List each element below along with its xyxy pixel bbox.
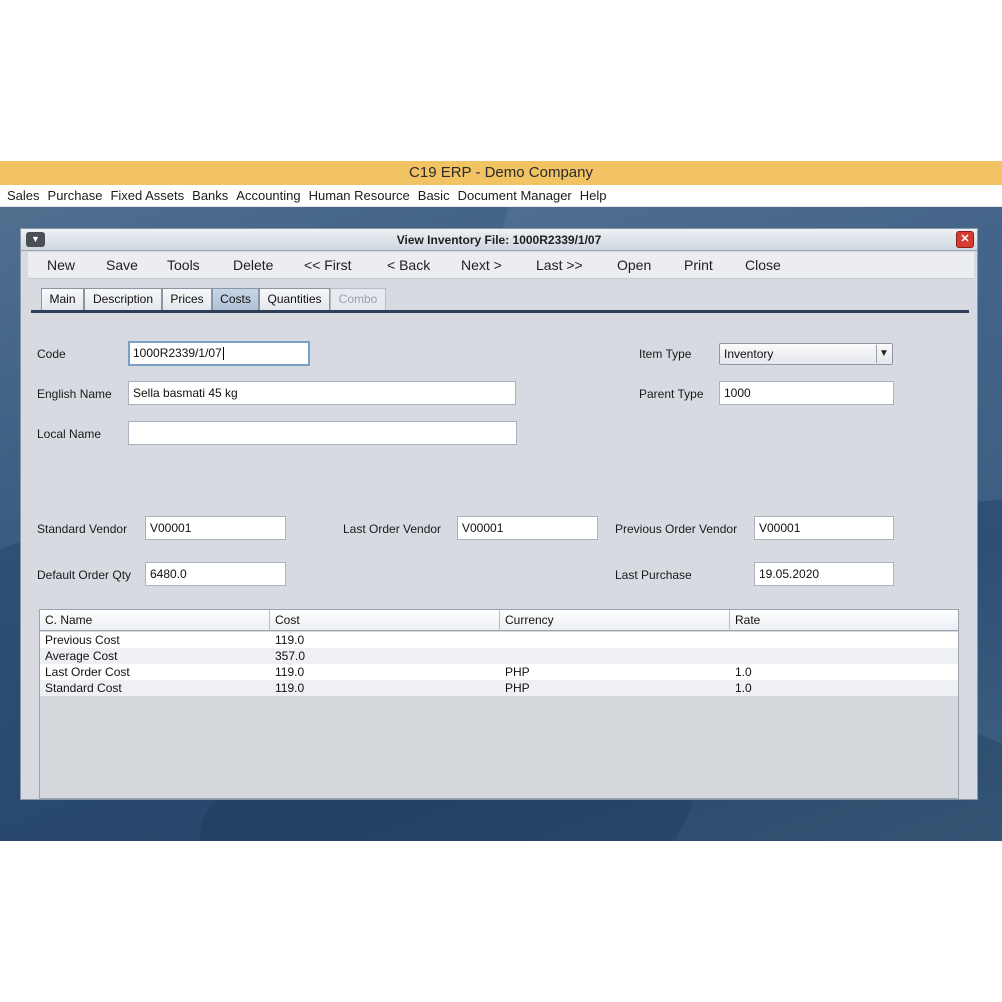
local-name-field[interactable] [128, 421, 517, 445]
menu-sales[interactable]: Sales [7, 188, 40, 203]
open-button[interactable]: Open [617, 257, 651, 273]
window-title: View Inventory File: 1000R2339/1/07 [396, 233, 602, 247]
column-header-c-name[interactable]: C. Name [40, 610, 270, 631]
text-caret [222, 347, 224, 361]
table-cell: Average Cost [45, 649, 118, 663]
table-cell: 357.0 [275, 649, 306, 663]
table-cell: 119.0 [275, 665, 305, 679]
table-row[interactable]: Previous Cost 119.0 [40, 632, 958, 648]
app-title: C19 ERP - Demo Company [409, 164, 593, 181]
tab-prices[interactable]: Prices [162, 288, 212, 311]
toolbar: New Save Tools Delete << First < Back Ne… [28, 252, 974, 279]
table-cell: 119.0 [275, 681, 305, 695]
table-cell: PHP [505, 665, 530, 679]
table-cell [730, 648, 735, 664]
table-cell: Last Order Cost [45, 665, 130, 679]
table-row[interactable]: Standard Cost 119.0 PHP 1.0 [40, 680, 958, 696]
close-x-icon[interactable]: ✕ [956, 231, 974, 248]
standard-vendor-field[interactable]: V00001 [145, 516, 286, 540]
standard-vendor-label: Standard Vendor [37, 522, 128, 536]
code-value: 1000R2339/1/07 [133, 346, 222, 360]
first-button[interactable]: << First [304, 257, 351, 273]
window-title-bar: ▼ View Inventory File: 1000R2339/1/07 ✕ [21, 229, 977, 251]
parent-type-field[interactable]: 1000 [719, 381, 894, 405]
next-button[interactable]: Next > [461, 257, 502, 273]
table-cell: 119.0 [275, 633, 305, 647]
table-cell: 1.0 [735, 681, 752, 695]
last-button[interactable]: Last >> [536, 257, 583, 273]
menu-accounting[interactable]: Accounting [236, 188, 300, 203]
parent-type-label: Parent Type [639, 387, 704, 401]
tools-button[interactable]: Tools [167, 257, 200, 273]
close-button[interactable]: Close [745, 257, 781, 273]
column-header-cost[interactable]: Cost [270, 610, 500, 631]
main-menu-bar: Sales Purchase Fixed Assets Banks Accoun… [0, 185, 1002, 207]
last-order-vendor-field[interactable]: V00001 [457, 516, 598, 540]
table-cell [500, 648, 505, 664]
back-button[interactable]: < Back [387, 257, 430, 273]
previous-order-vendor-label: Previous Order Vendor [615, 522, 738, 536]
inventory-file-window: ▼ View Inventory File: 1000R2339/1/07 ✕ … [20, 228, 978, 800]
table-row[interactable]: Last Order Cost 119.0 PHP 1.0 [40, 664, 958, 680]
tab-separator-line [31, 310, 969, 313]
last-order-vendor-label: Last Order Vendor [343, 522, 442, 536]
print-button[interactable]: Print [684, 257, 713, 273]
tab-main[interactable]: Main [41, 288, 84, 311]
costs-table-header: C. Name Cost Currency Rate [40, 610, 958, 631]
menu-purchase[interactable]: Purchase [48, 188, 103, 203]
item-type-label: Item Type [639, 347, 692, 361]
delete-button[interactable]: Delete [233, 257, 273, 273]
dropdown-triangle-icon[interactable]: ▼ [26, 232, 45, 247]
save-button[interactable]: Save [106, 257, 138, 273]
last-purchase-field[interactable]: 19.05.2020 [754, 562, 894, 586]
column-header-currency[interactable]: Currency [500, 610, 730, 631]
item-type-value: Inventory [724, 347, 774, 361]
local-name-label: Local Name [37, 427, 102, 441]
default-order-qty-label: Default Order Qty [37, 568, 132, 582]
costs-table: C. Name Cost Currency Rate Previous Cost… [39, 609, 959, 799]
menu-human-resource[interactable]: Human Resource [309, 188, 410, 203]
table-row[interactable]: Average Cost 357.0 [40, 648, 958, 664]
item-type-select[interactable]: Inventory ▼ [719, 343, 893, 365]
default-order-qty-field[interactable]: 6480.0 [145, 562, 286, 586]
table-cell: PHP [505, 681, 530, 695]
code-label: Code [37, 347, 66, 361]
table-cell [730, 632, 735, 648]
previous-order-vendor-field[interactable]: V00001 [754, 516, 894, 540]
menu-help[interactable]: Help [580, 188, 607, 203]
costs-table-body: Previous Cost 119.0 Average Cost 357.0 L… [40, 632, 958, 696]
table-cell: 1.0 [735, 665, 752, 679]
tab-costs[interactable]: Costs [212, 288, 259, 311]
table-cell: Standard Cost [45, 681, 122, 695]
last-purchase-label: Last Purchase [615, 568, 692, 582]
table-cell: Previous Cost [45, 633, 120, 647]
tab-combo: Combo [330, 288, 386, 311]
tab-description[interactable]: Description [84, 288, 162, 311]
chevron-down-icon[interactable]: ▼ [876, 345, 891, 363]
menu-banks[interactable]: Banks [192, 188, 228, 203]
app-title-bar: C19 ERP - Demo Company [0, 161, 1002, 185]
code-field[interactable]: 1000R2339/1/07 [128, 341, 310, 366]
menu-basic[interactable]: Basic [418, 188, 450, 203]
menu-fixed-assets[interactable]: Fixed Assets [110, 188, 184, 203]
column-header-rate[interactable]: Rate [730, 610, 958, 631]
english-name-field[interactable]: Sella basmati 45 kg [128, 381, 516, 405]
menu-document-manager[interactable]: Document Manager [458, 188, 572, 203]
tab-quantities[interactable]: Quantities [259, 288, 330, 311]
new-button[interactable]: New [47, 257, 75, 273]
english-name-label: English Name [37, 387, 112, 401]
table-cell [500, 632, 505, 648]
